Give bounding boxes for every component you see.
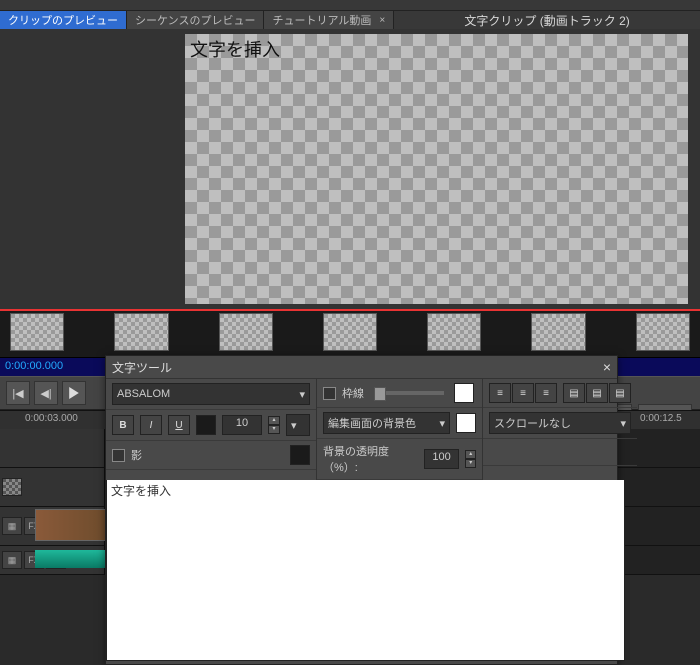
track-option-icon[interactable]: ▦: [2, 517, 22, 535]
go-start-button[interactable]: |◀: [6, 381, 30, 405]
track-option-icon[interactable]: ▦: [2, 551, 22, 569]
shadow-label: 影: [131, 447, 142, 463]
thumbnail[interactable]: [323, 313, 377, 351]
shadow-checkbox[interactable]: [112, 449, 125, 462]
chevron-down-icon: ▾: [299, 388, 305, 401]
tab-bar: クリップのプレビュー シーケンスのプレビュー チュートリアル動画× 文字クリップ…: [0, 11, 700, 29]
thumbnail[interactable]: [636, 313, 690, 351]
valign-bot-button[interactable]: ▤: [609, 383, 631, 403]
timecode: 0:00:00.000: [0, 358, 68, 376]
thumbnail[interactable]: [219, 313, 273, 351]
thumbnail[interactable]: [531, 313, 585, 351]
shadow-color-swatch[interactable]: [290, 445, 310, 465]
opacity-stepper[interactable]: ▴▾: [465, 450, 476, 468]
align-left-button[interactable]: ≡: [489, 383, 511, 403]
align-center-button[interactable]: ≡: [512, 383, 534, 403]
frame-checkbox[interactable]: [323, 387, 336, 400]
size-dropdown[interactable]: ▾: [286, 414, 310, 436]
frame-slider[interactable]: [374, 391, 444, 395]
scroll-select[interactable]: スクロールなし▾: [489, 412, 631, 434]
thumbnail[interactable]: [427, 313, 481, 351]
text-color-swatch[interactable]: [196, 415, 216, 435]
panel-titlebar[interactable]: 文字ツール ×: [106, 356, 617, 379]
thumbnail[interactable]: [114, 313, 168, 351]
font-size-input[interactable]: 10: [222, 415, 262, 435]
transition-icon[interactable]: [2, 478, 22, 496]
opacity-label: 背景の透明度（%）:: [323, 443, 412, 475]
bold-button[interactable]: B: [112, 415, 134, 435]
valign-mid-button[interactable]: ▤: [586, 383, 608, 403]
window-title: 文字クリップ (動画トラック 2): [394, 12, 700, 29]
tab-clip-preview[interactable]: クリップのプレビュー: [0, 11, 127, 29]
preview-canvas[interactable]: 文字を挿入: [185, 34, 688, 304]
text-input-area[interactable]: [106, 480, 625, 661]
bgcolor-select[interactable]: 編集画面の背景色▾: [323, 412, 450, 434]
step-back-button[interactable]: ◀|: [34, 381, 58, 405]
italic-button[interactable]: I: [140, 415, 162, 435]
font-select[interactable]: ABSALOM▾: [112, 383, 310, 405]
frame-color-swatch[interactable]: [454, 383, 474, 403]
chevron-down-icon: ▾: [620, 417, 626, 430]
underline-button[interactable]: U: [168, 415, 190, 435]
text-tool-panel: 文字ツール × ABSALOM▾ B I U 10 ▴▾ ▾ 影: [105, 355, 618, 665]
valign-top-button[interactable]: ▤: [563, 383, 585, 403]
chevron-down-icon: ▾: [439, 417, 445, 430]
align-right-button[interactable]: ≡: [535, 383, 557, 403]
close-icon[interactable]: ×: [603, 359, 611, 375]
opacity-input[interactable]: 100: [424, 449, 460, 469]
thumbnail-strip: [0, 309, 700, 358]
overlay-text: 文字を挿入: [190, 36, 280, 62]
bg-color-swatch[interactable]: [456, 413, 476, 433]
frame-label: 枠線: [342, 385, 364, 401]
preview-area: 文字を挿入: [0, 29, 700, 309]
tab-sequence-preview[interactable]: シーケンスのプレビュー: [127, 11, 264, 29]
panel-title: 文字ツール: [112, 359, 172, 376]
tab-tutorial[interactable]: チュートリアル動画×: [264, 11, 394, 29]
thumbnail[interactable]: [10, 313, 64, 351]
size-stepper[interactable]: ▴▾: [268, 416, 280, 434]
close-icon[interactable]: ×: [379, 15, 385, 26]
play-button[interactable]: [62, 381, 86, 405]
